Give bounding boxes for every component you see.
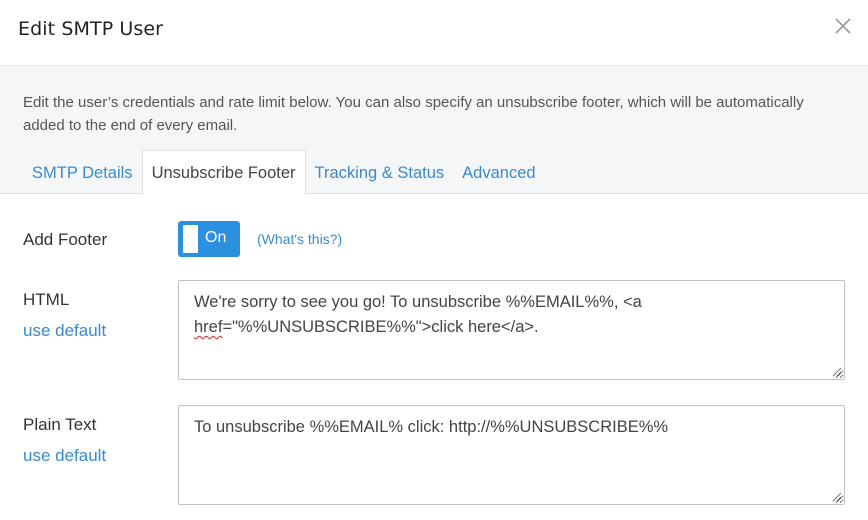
tab-smtp-details[interactable]: SMTP Details <box>23 150 142 194</box>
add-footer-toggle[interactable]: On <box>178 221 240 257</box>
plain-text-footer-textarea[interactable]: To unsubscribe %%EMAIL% click: http://%%… <box>178 405 845 505</box>
html-footer-textarea[interactable]: We're sorry to see you go! To unsubscrib… <box>178 280 845 380</box>
tab-advanced[interactable]: Advanced <box>453 150 544 194</box>
intro-section: Edit the user’s credentials and rate lim… <box>0 66 868 195</box>
resize-handle-icon[interactable] <box>832 492 842 502</box>
edit-smtp-user-dialog: Edit SMTP User Edit the user’s credentia… <box>0 0 868 520</box>
close-button[interactable] <box>833 16 853 36</box>
tab-tracking-status[interactable]: Tracking & Status <box>306 150 454 194</box>
toggle-state-text: On <box>205 229 227 246</box>
dialog-header: Edit SMTP User <box>0 0 868 66</box>
tab-unsubscribe-footer[interactable]: Unsubscribe Footer <box>141 150 306 195</box>
html-footer-text: We're sorry to see you go! To unsubscrib… <box>194 293 646 336</box>
spellcheck-word: href <box>194 318 223 336</box>
plain-text-use-default-link[interactable]: use default <box>23 446 106 466</box>
close-icon <box>833 16 853 36</box>
plain-text-label: Plain Text <box>23 415 97 434</box>
html-label: HTML <box>23 290 70 309</box>
plain-text-footer-text: To unsubscribe %%EMAIL% click: http://%%… <box>194 418 669 436</box>
whats-this-link[interactable]: (What's this?) <box>257 231 342 247</box>
toggle-knob <box>183 225 198 253</box>
add-footer-label: Add Footer <box>23 230 108 249</box>
html-footer-text-part1: We're sorry to see you go! To unsubscrib… <box>194 293 647 311</box>
html-use-default-link[interactable]: use default <box>23 321 106 341</box>
dialog-description: Edit the user’s credentials and rate lim… <box>23 94 804 134</box>
resize-handle-icon[interactable] <box>832 367 842 377</box>
tab-bar: SMTP Details Unsubscribe Footer Tracking… <box>23 150 545 195</box>
dialog-title: Edit SMTP User <box>18 18 164 40</box>
html-footer-text-part2: ="%%UNSUBSCRIBE%%">click here</a>. <box>222 318 539 336</box>
